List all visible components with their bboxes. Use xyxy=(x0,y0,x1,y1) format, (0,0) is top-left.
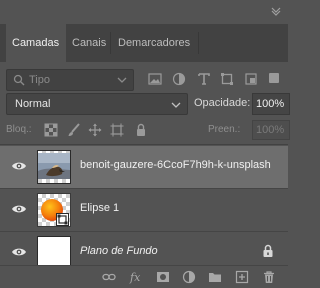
new-adjustment-layer-icon[interactable] xyxy=(182,270,196,284)
layer-filter-row: Tipo xyxy=(6,68,282,92)
chevron-down-icon xyxy=(117,77,127,83)
panel-divider xyxy=(0,144,288,145)
tab-separator xyxy=(198,32,199,54)
fill-label[interactable]: Preen.: xyxy=(208,124,240,135)
filter-kind-select[interactable]: Tipo xyxy=(6,69,134,91)
add-mask-icon[interactable] xyxy=(156,270,170,284)
svg-text:fx: fx xyxy=(129,271,141,284)
tab-separator xyxy=(110,32,111,54)
visibility-eye-icon[interactable] xyxy=(11,203,27,215)
lock-row: Bloq.: Preen.: 100% xyxy=(6,120,290,142)
adjustment-filter-icon[interactable] xyxy=(172,72,186,86)
search-icon xyxy=(13,74,25,86)
type-filter-icon[interactable] xyxy=(197,72,211,86)
blend-mode-value: Normal xyxy=(15,98,51,110)
link-layers-icon[interactable] xyxy=(102,270,116,284)
blend-row: Normal Opacidade: 100% xyxy=(6,93,290,115)
smart-object-filter-icon[interactable] xyxy=(244,72,258,86)
layer-name[interactable]: Elipse 1 xyxy=(80,202,119,214)
visibility-eye-icon[interactable] xyxy=(11,246,27,258)
layer-style-fx-icon[interactable]: fx xyxy=(129,270,145,284)
layer-row-ellipse[interactable]: Elipse 1 xyxy=(0,189,288,231)
shape-filter-icon[interactable] xyxy=(220,72,234,86)
lock-position-icon[interactable] xyxy=(88,123,102,137)
lock-all-icon[interactable] xyxy=(134,123,148,137)
chevron-down-icon xyxy=(171,102,181,108)
lock-icon[interactable] xyxy=(262,244,274,258)
opacity-input[interactable]: 100% xyxy=(252,93,290,115)
visibility-eye-icon[interactable] xyxy=(11,160,27,172)
lock-transparent-pixels-icon[interactable] xyxy=(44,123,58,137)
image-filter-icon[interactable] xyxy=(148,72,162,86)
layer-name[interactable]: Plano de Fundo xyxy=(80,245,158,257)
blend-mode-select[interactable]: Normal xyxy=(6,93,188,115)
panel-top-strip xyxy=(0,0,288,24)
fill-input[interactable]: 100% xyxy=(252,120,290,140)
shape-layer-badge-icon xyxy=(56,213,69,226)
filter-kind-placeholder: Tipo xyxy=(29,74,50,86)
layers-panel: Tipo Normal Opacidade: 100% Bloq.: Preen… xyxy=(0,62,290,288)
photo-thumbnail-image xyxy=(38,153,70,179)
layer-row-photo[interactable]: benoit-gauzere-6CcoF7h9h-k-unsplash xyxy=(0,146,288,188)
layer-thumbnail[interactable] xyxy=(37,150,71,184)
lock-image-pixels-icon[interactable] xyxy=(67,123,81,137)
panel-tab-bar: Camadas Canais Demarcadores xyxy=(0,24,288,62)
filter-toggle-icon[interactable] xyxy=(268,72,280,84)
tab-camadas[interactable]: Camadas xyxy=(6,24,66,62)
opacity-label[interactable]: Opacidade: xyxy=(194,97,250,109)
layer-name[interactable]: benoit-gauzere-6CcoF7h9h-k-unsplash xyxy=(80,159,271,171)
tab-demarcadores[interactable]: Demarcadores xyxy=(112,24,198,62)
new-group-folder-icon[interactable] xyxy=(208,270,222,284)
tab-canais[interactable]: Canais xyxy=(66,24,110,62)
new-layer-icon[interactable] xyxy=(235,270,249,284)
lock-artboard-icon[interactable] xyxy=(110,123,124,137)
delete-layer-trash-icon[interactable] xyxy=(262,270,276,284)
lock-label: Bloq.: xyxy=(6,124,32,135)
collapse-chevron-icon[interactable] xyxy=(270,6,282,16)
layers-footer-toolbar: fx xyxy=(0,265,288,288)
